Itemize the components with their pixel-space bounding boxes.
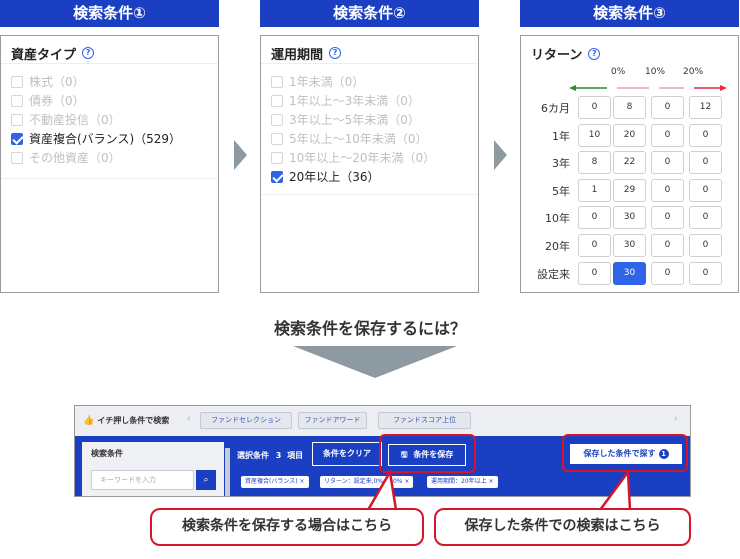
callout-saved-search: 保存した条件での検索はこちら	[434, 508, 691, 546]
callout-tail-left	[365, 468, 398, 512]
callout-tail-right	[597, 468, 632, 512]
callout-tails	[365, 468, 632, 512]
callout-save: 検索条件を保存する場合はこちら	[150, 508, 424, 546]
